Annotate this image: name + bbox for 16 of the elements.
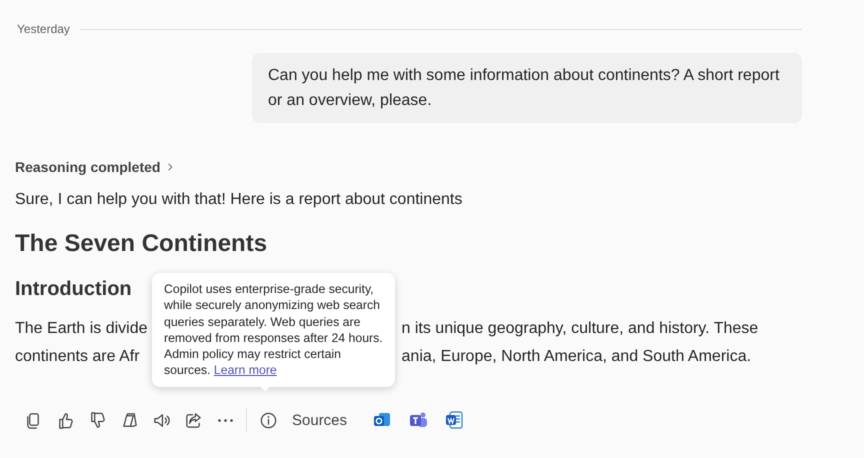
sources-button[interactable]: Sources: [288, 412, 352, 428]
share-icon: [184, 410, 202, 430]
paragraph-text: ania, Europe, North America, and South America.: [402, 347, 752, 367]
paragraph-text: The Earth is divide: [15, 319, 148, 339]
paragraph-text: continents are Afr: [15, 347, 141, 367]
tooltip-text: Copilot uses enterprise-grade security, while securely anonymizing web search queries separately. Web queries are removed from responses after 24 hours. Admin policy may restrict certain sources. Learn more: [164, 281, 383, 379]
reply-text: Sure, I can help you with that! Here is a report about continents: [15, 190, 464, 210]
date-divider-label: Yesterday: [17, 22, 70, 36]
more-icon: [218, 418, 232, 422]
learn-more-link[interactable]: Learn more: [214, 363, 277, 378]
paragraph-text: n its unique geography, culture, and history. These: [402, 319, 758, 339]
user-message-bubble: Can you help me with some information about continents? A short report or an overview, please.: [252, 53, 802, 123]
section-heading: Introduction: [15, 277, 132, 302]
reasoning-toggle[interactable]: Reasoning completed: [15, 159, 176, 175]
report-title: The Seven Continents: [15, 229, 268, 259]
info-icon: [258, 410, 278, 430]
